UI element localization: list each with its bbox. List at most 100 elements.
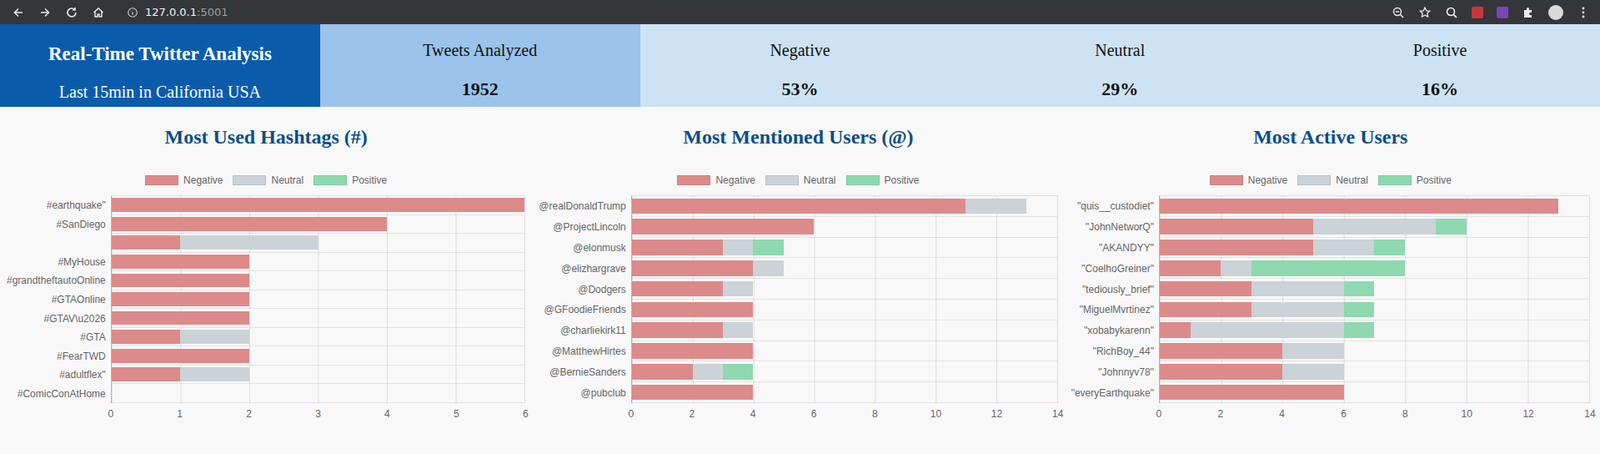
stat-card: Negative53%	[640, 24, 961, 107]
legend-item[interactable]: Neutral	[1297, 173, 1369, 187]
bar-segment[interactable]	[722, 280, 753, 297]
bar-segment[interactable]	[631, 198, 967, 215]
bar-segment[interactable]	[1435, 218, 1467, 235]
bar-segment[interactable]	[1159, 363, 1283, 380]
info-icon[interactable]	[126, 6, 139, 19]
bar-segment[interactable]	[1313, 239, 1375, 256]
bar-segment[interactable]	[722, 363, 753, 380]
stat-card: Tweets Analyzed1952	[320, 24, 641, 107]
bar-row	[111, 346, 526, 366]
legend-item[interactable]: Positive	[1378, 173, 1452, 187]
bar-segment[interactable]	[1159, 239, 1314, 256]
bar-segment[interactable]	[111, 197, 526, 212]
bar-segment[interactable]	[111, 216, 387, 231]
bar-row	[631, 195, 1058, 217]
back-arrow-icon[interactable]	[11, 5, 26, 20]
bar-segment[interactable]	[1159, 280, 1252, 297]
bar-segment[interactable]	[631, 363, 693, 380]
bar-segment[interactable]	[111, 235, 181, 250]
category-label: "MiguelMvrtinez"	[1071, 299, 1154, 321]
legend-item[interactable]: Positive	[313, 173, 387, 187]
bar-segment[interactable]	[965, 198, 1027, 215]
bar-segment[interactable]	[111, 254, 250, 269]
stat-card: Neutral29%	[959, 24, 1280, 107]
bar-segment[interactable]	[631, 301, 754, 318]
bar-segment[interactable]	[631, 280, 723, 297]
bar-segment[interactable]	[111, 273, 250, 288]
plot-area	[631, 195, 1059, 403]
reload-icon[interactable]	[65, 5, 79, 20]
bar-segment[interactable]	[631, 239, 723, 256]
bar-segment[interactable]	[1374, 239, 1405, 256]
bar-row	[631, 257, 1058, 279]
profile-avatar-icon[interactable]	[1548, 5, 1564, 21]
bar-segment[interactable]	[1251, 260, 1405, 276]
bar-row	[111, 383, 526, 403]
menu-dots-icon[interactable]	[1576, 5, 1590, 20]
bar-segment[interactable]	[1159, 384, 1345, 401]
bar-segment[interactable]	[752, 239, 783, 256]
legend-item[interactable]: Positive	[846, 173, 920, 187]
bar-segment[interactable]	[631, 218, 815, 235]
bar-segment[interactable]	[111, 348, 250, 363]
legend-label: Positive	[1416, 174, 1452, 186]
bar-segment[interactable]	[1159, 198, 1559, 215]
search-icon[interactable]	[1444, 5, 1459, 20]
category-label: @ProjectLincoln	[538, 216, 626, 238]
bar-segment[interactable]	[722, 239, 753, 256]
bar-segment[interactable]	[111, 291, 250, 306]
bar-segment[interactable]	[1190, 321, 1345, 338]
forward-arrow-icon[interactable]	[38, 5, 52, 20]
bar-segment[interactable]	[1159, 342, 1283, 359]
chart-title: Most Active Users	[1071, 125, 1590, 149]
legend-item[interactable]: Negative	[677, 173, 755, 187]
bar-segment[interactable]	[631, 342, 754, 359]
category-label: #SanDiego	[6, 215, 106, 235]
bar-segment[interactable]	[180, 329, 250, 344]
bar-segment[interactable]	[1344, 280, 1375, 297]
onenote-icon[interactable]	[1496, 6, 1509, 19]
bar-segment[interactable]	[1282, 342, 1345, 359]
bar-segment[interactable]	[692, 363, 723, 380]
bar-segment[interactable]	[111, 310, 250, 326]
bar-segment[interactable]	[1313, 218, 1436, 235]
legend-item[interactable]: Neutral	[232, 173, 304, 187]
category-axis: "quis__custodiet""JohnNetworQ""AKANDYY""…	[1071, 195, 1154, 403]
bar-row	[1159, 278, 1590, 300]
chart-panel: Most Active Users Negative Neutral Positive…	[1071, 125, 1590, 420]
category-label: "RichBoy_44"	[1071, 341, 1154, 362]
bar-chart: #earthquake"#SanDiego#MyHouse#grandtheft…	[6, 195, 526, 420]
bar-segment[interactable]	[1251, 301, 1344, 318]
bar-segment[interactable]	[631, 384, 754, 401]
home-icon[interactable]	[91, 5, 106, 20]
bar-segment[interactable]	[1344, 301, 1375, 318]
legend-item[interactable]: Negative	[1209, 173, 1288, 187]
legend-item[interactable]: Neutral	[765, 173, 837, 187]
bar-segment[interactable]	[1159, 301, 1252, 318]
bar-segment[interactable]	[722, 321, 753, 338]
bar-segment[interactable]	[1159, 260, 1222, 276]
url-port: :5001	[196, 5, 228, 19]
legend-swatch	[677, 175, 711, 186]
legend-item[interactable]: Negative	[145, 173, 223, 187]
bar-segment[interactable]	[1159, 321, 1191, 338]
bar-segment[interactable]	[111, 329, 181, 344]
bar-segment[interactable]	[631, 260, 754, 276]
bar-segment[interactable]	[111, 366, 181, 382]
legend-label: Neutral	[1335, 174, 1369, 186]
puzzle-icon[interactable]	[1521, 5, 1535, 20]
bar-segment[interactable]	[180, 366, 250, 382]
address-bar[interactable]: 127.0.0.1:5001	[126, 5, 229, 19]
legend-label: Neutral	[803, 174, 837, 186]
bar-segment[interactable]	[752, 260, 783, 276]
bar-segment[interactable]	[1220, 260, 1252, 276]
zoom-icon[interactable]	[1391, 5, 1405, 20]
extension-icon[interactable]	[1471, 6, 1484, 19]
star-icon[interactable]	[1418, 5, 1432, 20]
bar-segment[interactable]	[1159, 218, 1314, 235]
bar-segment[interactable]	[180, 235, 318, 250]
bar-segment[interactable]	[631, 321, 723, 338]
bar-segment[interactable]	[1344, 321, 1375, 338]
bar-segment[interactable]	[1282, 363, 1345, 380]
bar-segment[interactable]	[1251, 280, 1344, 297]
